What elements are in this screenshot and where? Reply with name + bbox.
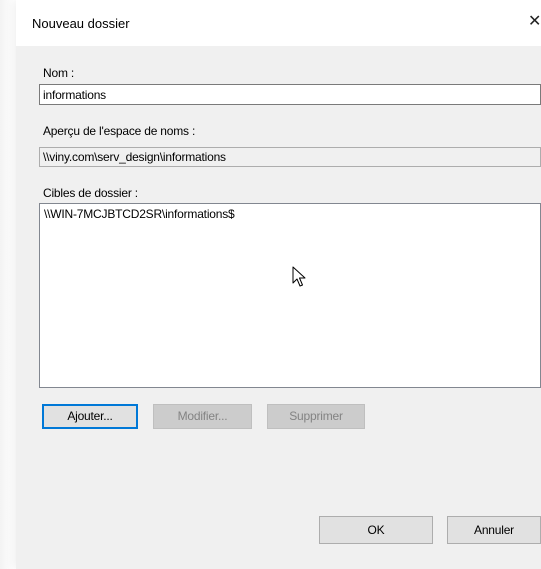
folder-targets-label: Cibles de dossier :	[43, 186, 138, 200]
list-item[interactable]: \\WIN-7MCJBTCD2SR\informations$	[40, 204, 540, 223]
namespace-preview-label: Aperçu de l'espace de noms :	[43, 124, 196, 138]
dialog-content: Nom : Aperçu de l'espace de noms : \\vin…	[16, 46, 541, 569]
name-label: Nom :	[43, 66, 75, 80]
screen: Nouveau dossier ✕ Nom : Aperçu de l'espa…	[0, 0, 541, 569]
delete-button[interactable]: Supprimer	[267, 404, 365, 429]
folder-targets-list[interactable]: \\WIN-7MCJBTCD2SR\informations$	[39, 203, 541, 388]
title-bar: Nouveau dossier ✕	[16, 0, 541, 46]
close-icon[interactable]: ✕	[528, 11, 541, 33]
mouse-pointer-icon	[292, 266, 306, 287]
name-input[interactable]	[39, 84, 541, 105]
cancel-button[interactable]: Annuler	[447, 516, 541, 544]
namespace-preview-field: \\viny.com\serv_design\informations	[39, 147, 541, 167]
add-button[interactable]: Ajouter...	[42, 404, 138, 429]
dialog-title: Nouveau dossier	[32, 16, 130, 31]
new-folder-dialog: Nouveau dossier ✕ Nom : Aperçu de l'espa…	[16, 0, 541, 569]
ok-button[interactable]: OK	[319, 516, 433, 544]
modify-button[interactable]: Modifier...	[153, 404, 252, 429]
